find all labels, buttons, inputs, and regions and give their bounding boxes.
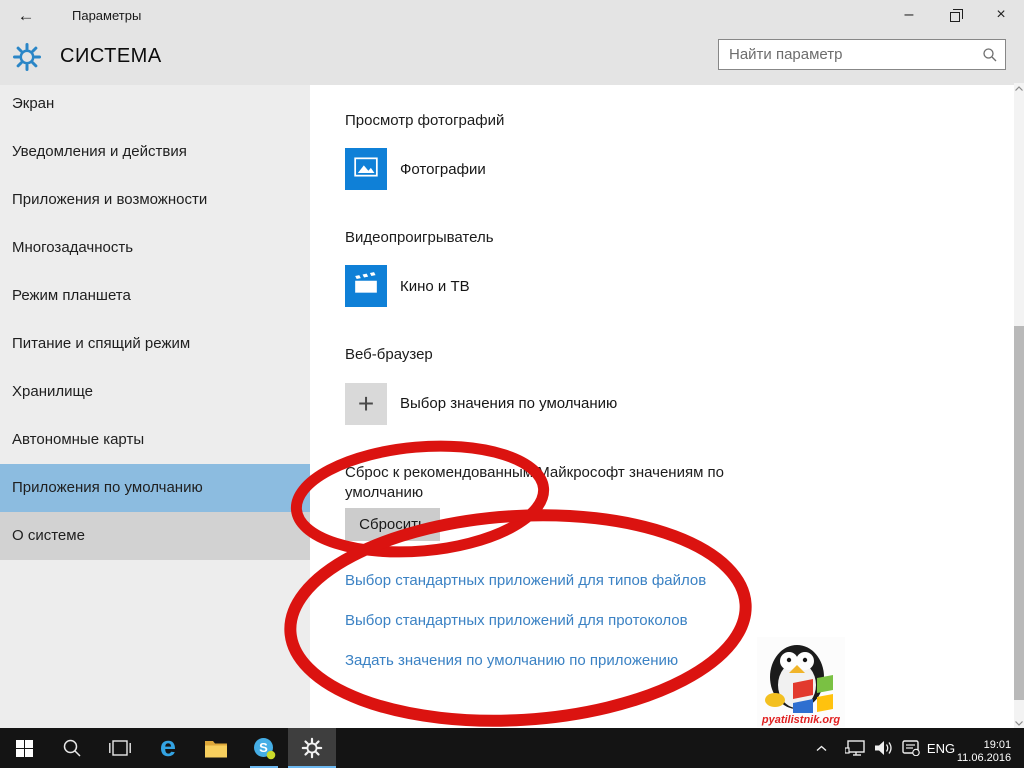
photos-app-tile[interactable] [345,148,387,190]
window-controls: – × [886,0,1024,30]
photos-icon [353,154,379,185]
file-explorer-button[interactable] [192,728,240,768]
choose-default-label: Выбор значения по умолчанию [400,395,617,412]
search-icon [982,47,998,68]
sidebar: Экран Уведомления и действия Приложения … [0,85,310,728]
minimize-button[interactable]: – [886,0,932,30]
sidebar-item-default-apps[interactable]: Приложения по умолчанию [0,464,310,512]
search-icon [62,738,82,758]
tray-date: 11.06.2016 [957,752,1011,765]
tray-time: 19:01 [957,739,1011,752]
folder-icon [204,739,228,758]
scrollbar-up-icon[interactable] [1014,83,1024,93]
restore-icon [950,12,960,22]
edge-icon: e [160,727,176,767]
sidebar-item-storage[interactable]: Хранилище [0,368,310,416]
search-input[interactable] [719,40,1005,69]
link-defaults-by-app[interactable]: Задать значения по умолчанию по приложен… [345,652,678,669]
penguin-windows-icon [757,637,845,713]
sidebar-item-power-sleep[interactable]: Питание и спящий режим [0,320,310,368]
close-button[interactable]: × [978,0,1024,30]
sidebar-item-multitasking[interactable]: Многозадачность [0,224,310,272]
gear-icon [301,737,323,759]
sidebar-item-notifications[interactable]: Уведомления и действия [0,128,310,176]
photos-app-label: Фотографии [400,161,486,178]
task-view-icon [109,740,131,756]
start-button[interactable] [0,728,48,768]
watermark-text: pyatilistnik.org [757,714,845,726]
settings-gear-icon [12,42,42,77]
reset-description: Сброс к рекомендованным Майкрософт значе… [345,463,745,503]
tray-network-icon[interactable] [842,728,868,768]
tray-action-center-icon[interactable] [898,728,924,768]
movies-tv-app-label: Кино и ТВ [400,278,470,295]
page-title: СИСТЕМА [60,45,162,68]
scrollbar-thumb[interactable] [1014,326,1024,700]
section-heading-video-player: Видеопроигрыватель [345,229,494,246]
sidebar-item-offline-maps[interactable]: Автономные карты [0,416,310,464]
settings-taskbar-button[interactable] [288,728,336,768]
plus-icon: + [358,388,374,420]
edge-button[interactable]: e [144,728,192,768]
skype-button[interactable]: S [240,728,288,768]
search-box[interactable] [718,39,1006,70]
windows-logo-icon [16,740,33,757]
tray-volume-icon[interactable] [870,728,896,768]
task-view-button[interactable] [96,728,144,768]
tray-chevron-up-icon[interactable] [810,728,832,768]
skype-icon: S [252,736,276,760]
movies-tv-app-tile[interactable] [345,265,387,307]
link-defaults-by-protocol[interactable]: Выбор стандартных приложений для протоко… [345,612,688,629]
main-content: Просмотр фотографий Фотографии Видеопрои… [310,85,1014,728]
settings-window-header: ← Параметры – × СИСТЕМА [0,0,1024,85]
section-heading-photo-viewer: Просмотр фотографий [345,112,504,129]
sidebar-item-display[interactable]: Экран [0,80,310,128]
svg-text:S: S [259,740,268,755]
movies-icon [353,271,379,302]
sidebar-item-tablet-mode[interactable]: Режим планшета [0,272,310,320]
restore-button[interactable] [932,0,978,30]
tray-clock[interactable]: 19:01 11.06.2016 [950,728,1018,768]
scrollbar[interactable] [1014,83,1024,728]
watermark-logo: pyatilistnik.org [757,637,845,727]
back-arrow-icon[interactable]: ← [12,4,40,28]
section-heading-web-browser: Веб-браузер [345,346,433,363]
taskbar: e S [0,728,1024,768]
reset-button[interactable]: Сбросить [345,508,440,541]
taskbar-search-button[interactable] [48,728,96,768]
choose-default-tile[interactable]: + [345,383,387,425]
scrollbar-down-icon[interactable] [1014,718,1024,728]
link-defaults-by-file-type[interactable]: Выбор стандартных приложений для типов ф… [345,572,706,589]
sidebar-item-about[interactable]: О системе [0,512,310,560]
sidebar-item-apps-features[interactable]: Приложения и возможности [0,176,310,224]
window-title: Параметры [72,8,141,23]
